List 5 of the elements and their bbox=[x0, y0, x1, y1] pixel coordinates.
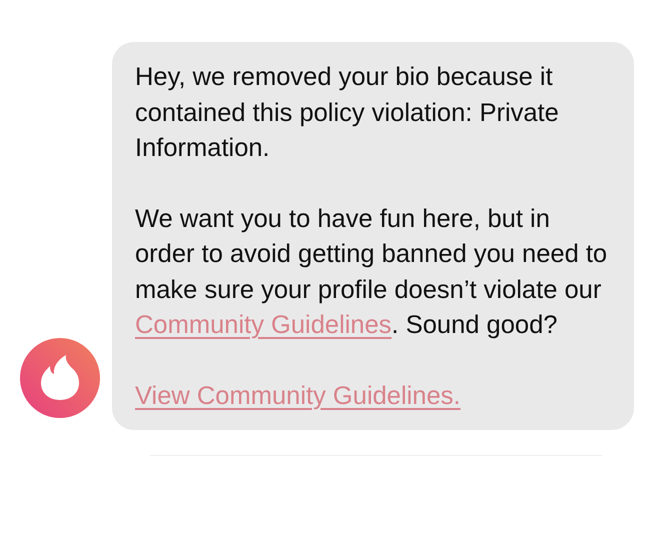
flame-icon bbox=[20, 338, 100, 418]
message-text: We want you to have fun here, but in order to avoid getting banned you need to make sure your profile doesn’t violate our Community Guidelines. Sound good? bbox=[135, 204, 608, 341]
view-guidelines-link[interactable]: View Community Guidelines. bbox=[135, 378, 460, 414]
guidelines-link[interactable]: Community Guidelines bbox=[135, 311, 392, 339]
message-text: Hey, we removed your bio because it contained this policy violation: Private Information. bbox=[135, 62, 560, 164]
